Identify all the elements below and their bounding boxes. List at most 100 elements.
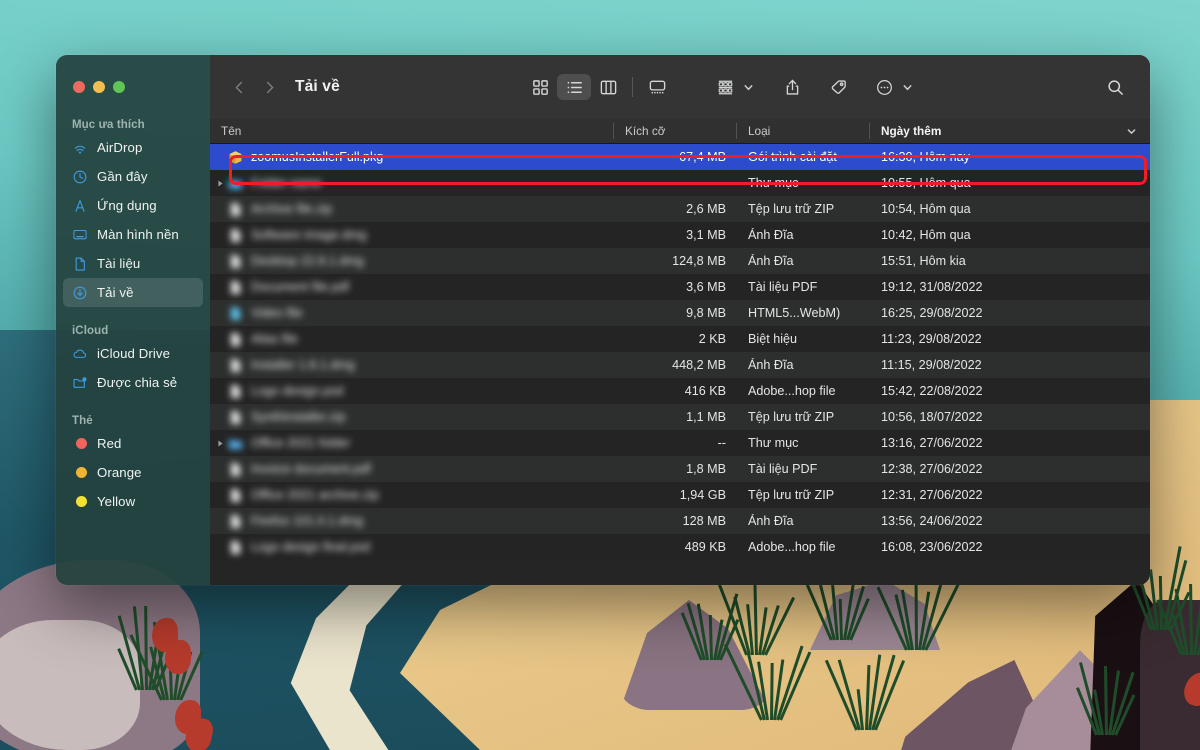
cell-name[interactable]: Installer 1.8.1.dmg	[210, 357, 614, 374]
sidebar-item-icloud-drive[interactable]: iCloud Drive	[63, 339, 203, 368]
cell-name[interactable]: Archive file.zip	[210, 201, 614, 218]
table-row[interactable]: Document file.pdf3,6 MBTài liệu PDF19:12…	[210, 274, 1150, 300]
cell-kind: Tệp lưu trữ ZIP	[737, 202, 870, 216]
sidebar-item-t-i-v[interactable]: Tải về	[63, 278, 203, 307]
table-row[interactable]: Logo design final.psd489 KBAdobe...hop f…	[210, 534, 1150, 560]
cell-size: 1,94 GB	[614, 488, 737, 502]
cell-name[interactable]: Office 2021 folder	[210, 435, 614, 452]
cell-size: 448,2 MB	[614, 358, 737, 372]
cell-name[interactable]: Invoice document.pdf	[210, 461, 614, 478]
table-row[interactable]: Invoice document.pdf1,8 MBTài liệu PDF12…	[210, 456, 1150, 482]
cell-kind: Thư mục	[737, 436, 870, 450]
cell-name[interactable]: Firefox 101.0.1.dmg	[210, 513, 614, 530]
appstore-icon	[72, 198, 88, 214]
generic-icon	[227, 227, 244, 244]
sidebar-item-g-n-y[interactable]: Gần đây	[63, 162, 203, 191]
cell-name[interactable]: Document file.pdf	[210, 279, 614, 296]
cell-name[interactable]: Software image.dmg	[210, 227, 614, 244]
close-button[interactable]	[73, 81, 85, 93]
sidebar-item-red[interactable]: Red	[63, 429, 203, 458]
file-name: Office 2021 folder	[251, 436, 350, 450]
maximize-button[interactable]	[113, 81, 125, 93]
cell-kind: Tệp lưu trữ ZIP	[737, 410, 870, 424]
cell-date: 12:31, 27/06/2022	[870, 488, 1150, 502]
table-row[interactable]: Office 2021 folder--Thư mục13:16, 27/06/…	[210, 430, 1150, 456]
table-row[interactable]: Folder name--Thư mục10:55, Hôm qua	[210, 170, 1150, 196]
tag-dot	[72, 494, 88, 510]
cell-name[interactable]: Office 2021 archive.zip	[210, 487, 614, 504]
table-row[interactable]: Synthinstaller.zip1,1 MBTệp lưu trữ ZIP1…	[210, 404, 1150, 430]
sidebar-item-label: Orange	[97, 465, 142, 480]
cell-date: 10:42, Hôm qua	[870, 228, 1150, 242]
cell-name[interactable]: Folder name	[210, 175, 614, 192]
disclosure-triangle-icon[interactable]	[213, 180, 227, 187]
forward-icon[interactable]	[254, 72, 284, 102]
sidebar-item-label: Tải về	[97, 285, 134, 300]
column-header-date[interactable]: Ngày thêm	[870, 119, 1150, 143]
table-row[interactable]: Archive file.zip2,6 MBTệp lưu trữ ZIP10:…	[210, 196, 1150, 222]
tag-color-dot	[76, 496, 87, 507]
more-options-control[interactable]	[867, 74, 914, 100]
sidebar-item-orange[interactable]: Orange	[63, 458, 203, 487]
search-icon[interactable]	[1098, 74, 1132, 100]
cell-kind: Tài liệu PDF	[737, 462, 870, 476]
sidebar-item-yellow[interactable]: Yellow	[63, 487, 203, 516]
column-view-icon[interactable]	[591, 74, 625, 100]
sidebar-item-airdrop[interactable]: AirDrop	[63, 133, 203, 162]
cell-name[interactable]: Logo design.psd	[210, 383, 614, 400]
table-row[interactable]: Video file9,8 MBHTML5...WebM)16:25, 29/0…	[210, 300, 1150, 326]
sidebar-group-title: iCloud	[56, 325, 210, 339]
cell-name[interactable]: Desktop 22.8.1.dmg	[210, 253, 614, 270]
minimize-button[interactable]	[93, 81, 105, 93]
sort-chevron-down-icon[interactable]	[1126, 126, 1137, 137]
table-row[interactable]: Desktop 22.8.1.dmg124,8 MBẢnh Đĩa15:51, …	[210, 248, 1150, 274]
list-view-icon[interactable]	[557, 74, 591, 100]
table-row[interactable]: Alias file2 KBBiệt hiệu11:23, 29/08/2022	[210, 326, 1150, 352]
table-row[interactable]: Firefox 101.0.1.dmg128 MBẢnh Đĩa13:56, 2…	[210, 508, 1150, 534]
gallery-view-icon[interactable]	[640, 74, 674, 100]
tag-icon[interactable]	[821, 74, 855, 100]
cell-date: 13:56, 24/06/2022	[870, 514, 1150, 528]
cell-name[interactable]: Video file	[210, 305, 614, 322]
more-options-icon[interactable]	[867, 74, 901, 100]
shared-folder-icon	[72, 375, 88, 391]
sidebar-item-ng-d-ng[interactable]: Ứng dụng	[63, 191, 203, 220]
sidebar-item-m-n-h-nh-n-n[interactable]: Màn hình nền	[63, 220, 203, 249]
wallpaper-grass-blade	[708, 615, 712, 660]
column-header-size[interactable]: Kích cỡ	[614, 119, 737, 143]
column-header-label: Tên	[221, 124, 241, 138]
file-name: Office 2021 archive.zip	[251, 488, 379, 502]
cell-size: --	[614, 436, 737, 450]
disclosure-triangle-icon[interactable]	[213, 440, 227, 447]
view-mode-switcher	[523, 74, 674, 100]
group-by-icon[interactable]	[708, 74, 742, 100]
table-row[interactable]: Logo design.psd416 KBAdobe...hop file15:…	[210, 378, 1150, 404]
column-header-name[interactable]: Tên	[210, 119, 614, 143]
cell-kind: Thư mục	[737, 176, 870, 190]
folder-icon	[227, 175, 244, 192]
wallpaper-flower	[165, 640, 191, 674]
generic-icon	[227, 383, 244, 400]
column-header-kind[interactable]: Loại	[737, 119, 870, 143]
chevron-down-icon[interactable]	[900, 82, 914, 93]
cell-name[interactable]: Logo design final.psd	[210, 539, 614, 556]
group-by-control[interactable]	[708, 74, 755, 100]
table-row[interactable]: Software image.dmg3,1 MBẢnh Đĩa10:42, Hô…	[210, 222, 1150, 248]
grid-view-icon[interactable]	[523, 74, 557, 100]
table-row[interactable]: zoomusInstallerFull.pkg67,4 MBGói trình …	[210, 144, 1150, 170]
cell-name[interactable]: Synthinstaller.zip	[210, 409, 614, 426]
chevron-down-icon[interactable]	[741, 82, 755, 93]
wallpaper-grass-blade	[1104, 666, 1108, 735]
cell-name[interactable]: Alias file	[210, 331, 614, 348]
toolbar-divider	[632, 77, 633, 97]
share-icon[interactable]	[775, 74, 809, 100]
wallpaper-rock	[0, 620, 140, 750]
table-row[interactable]: Installer 1.8.1.dmg448,2 MBẢnh Đĩa11:15,…	[210, 352, 1150, 378]
cell-name[interactable]: zoomusInstallerFull.pkg	[210, 149, 614, 166]
column-headers: Tên Kích cỡLoạiNgày thêm	[210, 119, 1150, 144]
sidebar-item-t-i-li-u[interactable]: Tài liệu	[63, 249, 203, 278]
back-icon[interactable]	[224, 72, 254, 102]
table-row[interactable]: Office 2021 archive.zip1,94 GBTệp lưu tr…	[210, 482, 1150, 508]
sidebar-item-c-chia-s[interactable]: Được chia sẻ	[63, 368, 203, 397]
cell-kind: Adobe...hop file	[737, 540, 870, 554]
